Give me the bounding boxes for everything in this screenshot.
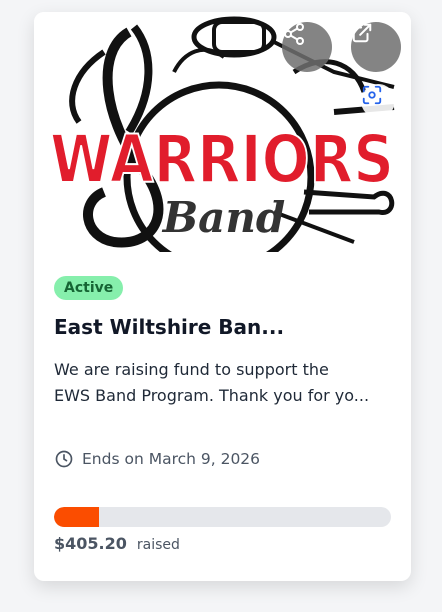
- raised-summary: $405.20 raised: [54, 534, 180, 553]
- campaign-card[interactable]: WARRIORS Band Active East Wiltshire Ban.…: [34, 12, 411, 581]
- logo-band-text: Band: [162, 193, 286, 242]
- progress-bar: [54, 507, 391, 527]
- campaign-title[interactable]: East Wiltshire Ban...: [54, 315, 394, 339]
- external-link-icon: [352, 23, 372, 43]
- logo-warriors-text: WARRIORS: [50, 121, 394, 198]
- share-icon: [284, 23, 304, 45]
- scan-icon: [362, 85, 382, 105]
- raised-amount: $405.20: [54, 534, 127, 553]
- campaign-description: We are raising fund to support the EWS B…: [54, 357, 394, 409]
- end-date-label: Ends on March 9, 2026: [82, 450, 261, 468]
- clock-icon: [55, 450, 73, 468]
- scan-button[interactable]: [361, 84, 395, 118]
- description-line: We are raising fund to support the: [54, 360, 329, 379]
- raised-label: raised: [136, 537, 180, 553]
- progress-fill: [54, 507, 100, 527]
- share-button[interactable]: [282, 22, 332, 72]
- status-badge: Active: [54, 276, 124, 300]
- end-date: Ends on March 9, 2026: [54, 448, 260, 470]
- open-external-button[interactable]: [351, 22, 401, 72]
- campaign-image: WARRIORS Band: [34, 12, 411, 252]
- description-line: EWS Band Program. Thank you for yo...: [54, 386, 370, 405]
